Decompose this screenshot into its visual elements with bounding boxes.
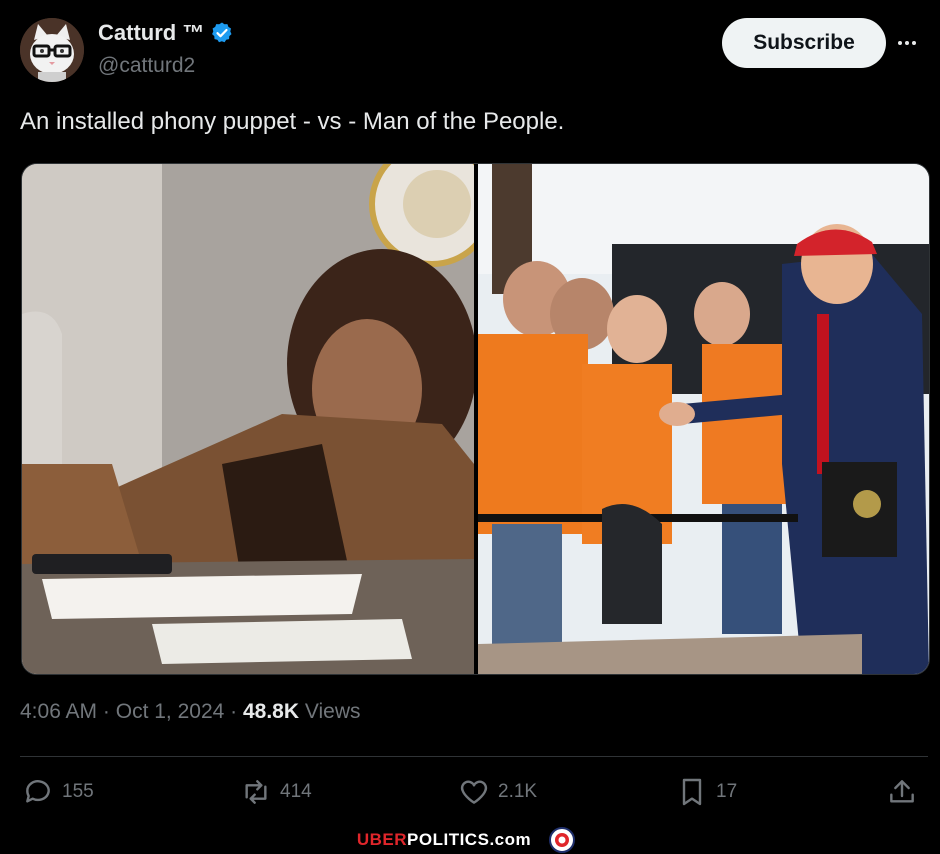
reply-icon — [26, 780, 50, 803]
watermark-text: UBERPOLITICS.com — [357, 830, 531, 850]
repost-button[interactable]: 414 — [240, 776, 312, 808]
like-button[interactable]: 2.1K — [458, 776, 537, 808]
like-count: 2.1K — [498, 781, 538, 802]
right-photo — [478, 164, 929, 674]
lion-logo-icon — [549, 827, 576, 853]
watermark-part3: .com — [489, 830, 532, 849]
avatar[interactable] — [20, 18, 84, 82]
divider — [20, 756, 928, 757]
bookmark-icon — [682, 778, 702, 806]
tweet-date[interactable]: Oct 1, 2024 — [116, 700, 225, 723]
share-icon — [890, 780, 914, 803]
name-row[interactable]: Catturd ™ — [98, 20, 234, 46]
cat-avatar-icon — [20, 18, 84, 82]
more-horizontal-icon[interactable] — [898, 32, 926, 52]
tweet-header: Catturd ™ @catturd2 Subscribe — [20, 18, 920, 82]
display-name[interactable]: Catturd ™ — [98, 20, 204, 46]
heart-icon — [460, 780, 488, 804]
bookmark-count: 17 — [716, 781, 738, 802]
repost-count: 414 — [280, 781, 312, 802]
views-label: Views — [299, 700, 361, 723]
media-photo-collage — [22, 164, 929, 674]
share-button[interactable] — [886, 776, 918, 808]
reply-button[interactable]: 155 — [22, 776, 94, 808]
handle[interactable]: @catturd2 — [98, 54, 195, 78]
bookmark-button[interactable]: 17 — [676, 776, 737, 808]
watermark: UBERPOLITICS.com — [0, 826, 940, 854]
action-bar: 155 414 2.1K 17 — [20, 776, 928, 816]
meta-separator: · — [97, 700, 116, 723]
tweet-text: An installed phony puppet - vs - Man of … — [20, 108, 565, 135]
tweet-time[interactable]: 4:06 AM — [20, 700, 97, 723]
meta-separator: · — [224, 700, 243, 723]
verified-badge-icon — [212, 22, 232, 43]
reply-count: 155 — [62, 781, 94, 802]
tweet-media[interactable] — [21, 163, 930, 675]
left-photo — [22, 164, 495, 674]
repost-icon — [245, 780, 267, 804]
subscribe-button[interactable]: Subscribe — [722, 18, 886, 68]
watermark-part2: POLITICS — [407, 830, 490, 849]
tweet-meta: 4:06 AM · Oct 1, 2024 · 48.8K Views — [20, 700, 361, 724]
watermark-part1: UBER — [356, 830, 408, 849]
views-count: 48.8K — [242, 700, 300, 723]
